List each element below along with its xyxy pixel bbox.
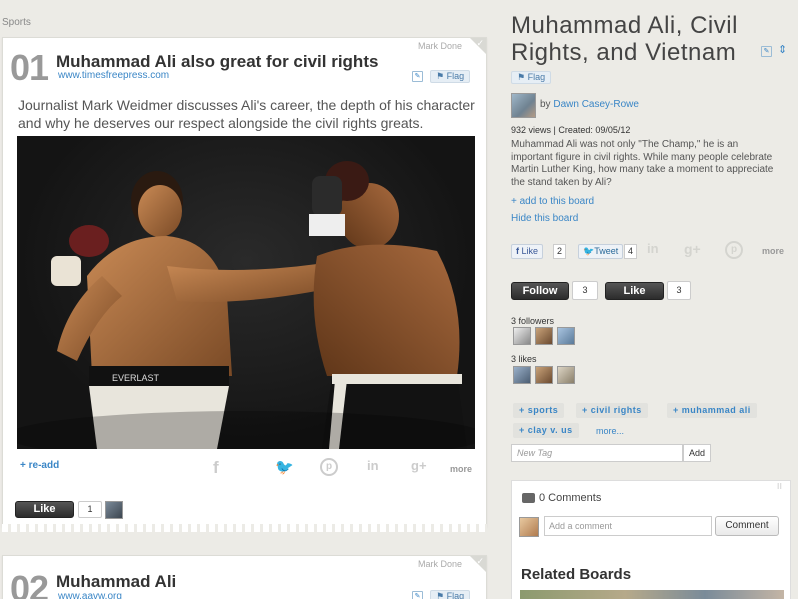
follower-avatar[interactable]	[535, 327, 553, 345]
link-card-01: Mark Done ✓ 01 Muhammad Ali also great f…	[2, 37, 487, 527]
tweet-label: Tweet	[594, 246, 619, 256]
board-like-count: 3	[667, 281, 691, 300]
svg-text:EVERLAST: EVERLAST	[112, 373, 160, 383]
tags-more-link[interactable]: more...	[596, 426, 624, 436]
likes-label: 3 likes	[511, 354, 537, 364]
liker-avatar[interactable]	[513, 366, 531, 384]
check-icon: ✓	[476, 38, 484, 48]
author-avatar[interactable]	[511, 93, 536, 118]
flag-label: Flag	[446, 71, 465, 81]
link-description: Journalist Mark Weidmer discusses Ali's …	[18, 97, 475, 131]
related-boards-heading: Related Boards	[521, 566, 632, 583]
tag-clay-v-us[interactable]: + clay v. us	[513, 423, 579, 438]
facebook-icon[interactable]: f	[213, 458, 219, 478]
link-number: 01	[10, 47, 49, 88]
follow-count: 3	[572, 281, 598, 300]
tag-muhammad-ali[interactable]: + muhammad ali	[667, 403, 757, 418]
edit-board-icon[interactable]: ✎	[761, 46, 772, 57]
edit-icon[interactable]: ✎	[412, 71, 423, 82]
liker-avatar[interactable]	[105, 501, 123, 519]
twitter-icon: 🐦	[583, 246, 595, 256]
current-user-avatar	[519, 517, 539, 537]
link-url[interactable]: www.aavw.org	[58, 591, 122, 599]
googleplus-icon[interactable]: g+	[411, 458, 427, 473]
link-url[interactable]: www.timesfreepress.com	[58, 70, 169, 81]
related-board-thumbnail[interactable]	[520, 590, 784, 599]
flag-label: Flag	[527, 72, 546, 82]
comment-input[interactable]: Add a comment	[544, 516, 712, 536]
facebook-like-count: 2	[553, 244, 567, 259]
facebook-like-button[interactable]: f Like	[511, 244, 544, 259]
followers-label: 3 followers	[511, 316, 555, 326]
link-image[interactable]: EVERLAST	[17, 136, 475, 449]
add-to-board-link[interactable]: + add to this board	[511, 196, 594, 207]
googleplus-icon[interactable]: g+	[684, 241, 701, 257]
pinterest-icon[interactable]: p	[320, 458, 338, 476]
link-number: 02	[10, 568, 49, 599]
comment-button[interactable]: Comment	[715, 516, 779, 536]
comments-panel: ⁝⁝ 0 Comments Add a comment Comment Rela…	[511, 480, 791, 599]
add-tag-button[interactable]: Add	[683, 444, 711, 462]
tag-civil-rights[interactable]: + civil rights	[576, 403, 648, 418]
breadcrumb[interactable]: Sports	[2, 17, 31, 28]
follow-button[interactable]: Follow	[511, 282, 569, 300]
board-description: Muhammad Ali was not only "The Champ," h…	[511, 139, 774, 188]
card-divider	[2, 524, 487, 532]
board-stats: 932 views | Created: 09/05/12	[511, 125, 631, 135]
flag-icon: ⚑	[436, 591, 447, 599]
like-count: 1	[78, 501, 102, 518]
hide-board-link[interactable]: Hide this board	[511, 213, 578, 224]
drag-handle-icon[interactable]: ⁝⁝	[777, 482, 782, 491]
flag-button[interactable]: ⚑ Flag	[430, 590, 471, 599]
tag-sports[interactable]: + sports	[513, 403, 565, 418]
flag-label: Flag	[446, 591, 465, 599]
like-button[interactable]: Like	[15, 501, 74, 518]
liker-avatar[interactable]	[535, 366, 553, 384]
pinterest-icon[interactable]: p	[725, 241, 743, 259]
by-label: by	[540, 99, 551, 110]
comment-count: 0 Comments	[539, 492, 602, 504]
more-share-link[interactable]: more	[450, 464, 472, 474]
liker-avatar[interactable]	[557, 366, 575, 384]
mark-done-button[interactable]: Mark Done	[418, 559, 462, 569]
more-share-link[interactable]: more	[762, 246, 784, 256]
edit-icon[interactable]: ✎	[412, 591, 423, 599]
reorder-icon[interactable]: ⇕	[778, 43, 787, 56]
facebook-like-label: Like	[521, 246, 539, 256]
link-card-02: Mark Done ✓ 02 Muhammad Ali www.aavw.org…	[2, 555, 487, 599]
linkedin-icon[interactable]: in	[367, 458, 379, 473]
boxing-photo-illustration: EVERLAST	[17, 161, 475, 449]
follower-avatar[interactable]	[557, 327, 575, 345]
follower-avatar[interactable]	[513, 327, 531, 345]
link-title[interactable]: Muhammad Ali also great for civil rights	[56, 52, 378, 72]
mark-done-button[interactable]: Mark Done	[418, 41, 462, 51]
twitter-icon[interactable]: 🐦	[275, 458, 294, 476]
comment-bubble-icon	[522, 493, 535, 503]
board-like-button[interactable]: Like	[605, 282, 664, 300]
new-tag-input[interactable]: New Tag	[511, 444, 683, 462]
re-add-link[interactable]: + re-add	[20, 460, 59, 471]
flag-button[interactable]: ⚑ Flag	[430, 70, 471, 83]
board-title: Muhammad Ali, Civil Rights, and Vietnam	[511, 12, 738, 66]
linkedin-icon[interactable]: in	[647, 241, 659, 256]
link-title[interactable]: Muhammad Ali	[56, 572, 176, 592]
tweet-count: 4	[624, 244, 638, 259]
author-link[interactable]: Dawn Casey-Rowe	[553, 99, 639, 110]
check-icon: ✓	[476, 556, 484, 566]
board-author-line: by Dawn Casey-Rowe	[540, 99, 639, 110]
flag-icon: ⚑	[436, 71, 447, 81]
flag-icon: ⚑	[517, 72, 528, 82]
board-flag-button[interactable]: ⚑ Flag	[511, 71, 552, 84]
tweet-button[interactable]: 🐦Tweet	[578, 244, 624, 259]
